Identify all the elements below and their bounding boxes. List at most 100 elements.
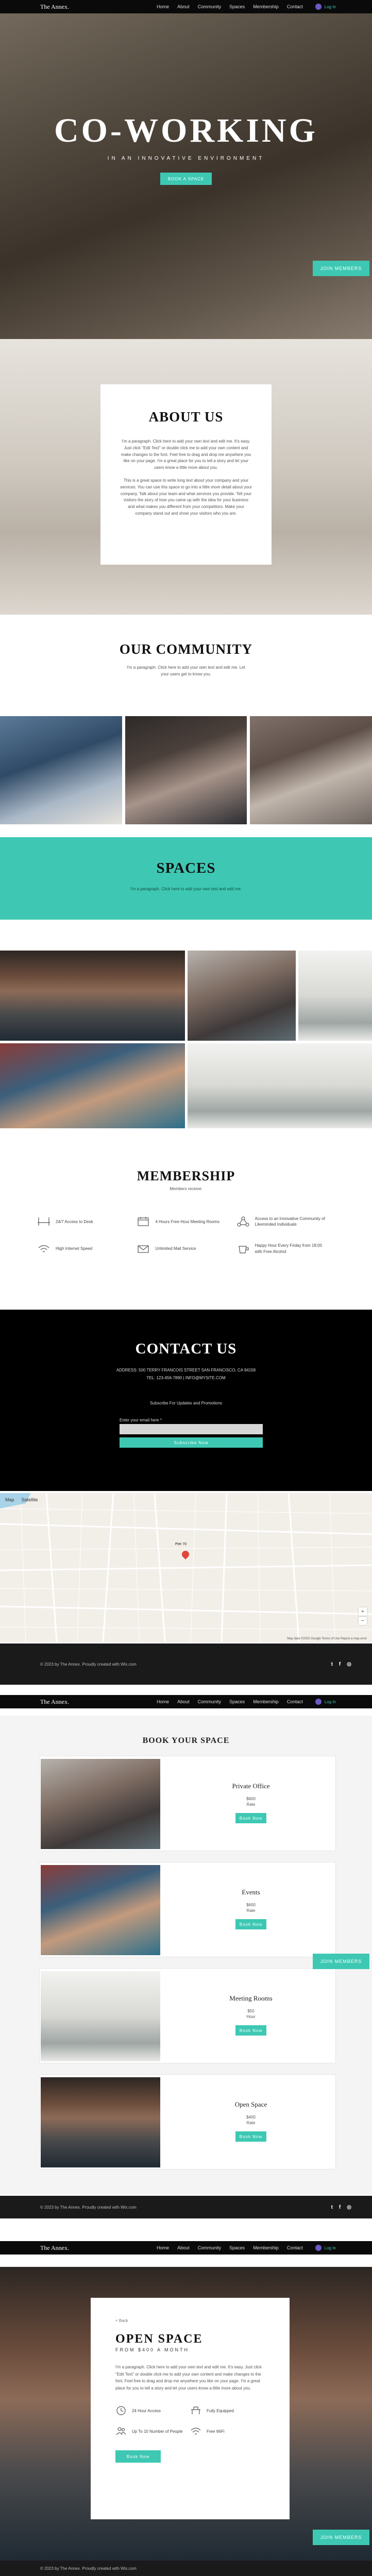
hero-title: CO-WORKING [54, 112, 318, 149]
user-avatar-icon [315, 4, 322, 10]
community-photo [250, 716, 372, 824]
nav-membership[interactable]: Membership [253, 2245, 279, 2250]
nav-spaces[interactable]: Spaces [229, 4, 245, 9]
zoom-in-button[interactable]: + [359, 1607, 367, 1616]
facebook-icon[interactable]: f [339, 1662, 341, 1667]
contact-section: CONTACT US ADDRESS: 500 TERRY FRANCOIS S… [0, 1310, 372, 1491]
email-label: Enter your email here * [120, 1418, 162, 1422]
nav-about[interactable]: About [177, 2245, 190, 2250]
space-price: $600 [246, 1797, 256, 1801]
site-logo[interactable]: The Annex. [40, 3, 157, 11]
book-now-button[interactable]: Book Now [235, 1919, 266, 1929]
map-tab-satellite[interactable]: Satellite [22, 1497, 38, 1502]
nav-spaces[interactable]: Spaces [229, 2245, 245, 2250]
gallery-photo[interactable] [298, 951, 372, 1041]
people-icon [116, 2427, 126, 2435]
main-nav: Home About Community Spaces Membership C… [157, 2245, 303, 2250]
gallery-photo[interactable] [0, 951, 185, 1041]
detail-title: OPEN SPACE [115, 2332, 203, 2346]
perk-item: 4 Hours Free Hour Meeting Rooms [137, 1216, 226, 1227]
facebook-icon[interactable]: f [339, 2205, 341, 2210]
join-members-button[interactable]: JOIN MEMBERS [313, 2530, 369, 2545]
twitter-icon[interactable]: t [331, 1662, 333, 1667]
map-streets [0, 1493, 372, 1642]
nav-home[interactable]: Home [157, 2245, 169, 2250]
hero-subtitle: IN AN INNOVATIVE ENVIRONMENT [107, 156, 265, 161]
detail-text: I'm a paragraph. Click here to add your … [115, 2365, 262, 2391]
perk-item: Unlimited Mail Service [137, 1243, 226, 1254]
location-map[interactable]: Map Satellite Pier 70 + − Map data ©2020… [0, 1493, 372, 1642]
space-price: $600 [246, 1903, 256, 1907]
space-info: Private Office $600 Rate Book Now [174, 1782, 328, 1823]
perk-text: 4 Hours Free Hour Meeting Rooms [155, 1219, 219, 1224]
nav-about[interactable]: About [177, 4, 190, 9]
space-price: $400 [246, 2115, 256, 2120]
membership-perks: 24/7 Access to Desk 4 Hours Free Hour Me… [37, 1216, 326, 1255]
feature-list: 24 Hour Access Fully Equipped Up To 10 N… [115, 2405, 265, 2437]
email-field[interactable] [120, 1424, 263, 1434]
open-space-detail: < Back OPEN SPACE FROM $400 A MONTH I'm … [0, 2267, 372, 2561]
about-paragraph-2: This is a great space to write long text… [120, 478, 252, 516]
join-members-button[interactable]: JOIN MEMBERS [313, 1954, 369, 1969]
user-avatar-icon [315, 1699, 322, 1705]
nav-about[interactable]: About [177, 1699, 190, 1704]
social-links: t f ◎ [331, 2205, 351, 2210]
gallery-photo[interactable] [188, 951, 296, 1041]
contact-phone-email: TEL: 123-456-7890 | INFO@MYSITE.COM [146, 1376, 226, 1380]
site-logo[interactable]: The Annex. [40, 2244, 157, 2252]
perk-text: Unlimited Mail Service [155, 1246, 196, 1251]
perk-item: 24/7 Access to Desk [37, 1216, 126, 1227]
space-unit: Rate [246, 1802, 256, 1807]
nav-community[interactable]: Community [198, 1699, 222, 1704]
instagram-icon[interactable]: ◎ [347, 2205, 351, 2210]
instagram-icon[interactable]: ◎ [347, 1662, 351, 1667]
book-now-button[interactable]: Book Now [235, 2131, 266, 2142]
gallery-photo[interactable] [0, 1043, 185, 1128]
subscribe-text: Subscribe For Updates and Promotions [149, 1401, 223, 1405]
login-label: Log In [324, 1699, 336, 1704]
login-link[interactable]: Log In [315, 4, 336, 10]
space-card: Meeting Rooms $50 Hour Book Now [39, 1968, 336, 2063]
back-link[interactable]: < Back [115, 2318, 265, 2323]
site-logo[interactable]: The Annex. [40, 1698, 157, 1706]
login-link[interactable]: Log In [315, 1699, 336, 1705]
nav-home[interactable]: Home [157, 1699, 169, 1704]
subscribe-button[interactable]: Subscribe Now [120, 1437, 263, 1448]
book-space-button[interactable]: BOOK A SPACE [160, 173, 212, 185]
space-photo [41, 1865, 160, 1955]
about-section: ABOUT US I'm a paragraph. Click here to … [0, 339, 372, 615]
join-members-button[interactable]: JOIN MEMBERS [313, 261, 369, 276]
space-card: Open Space $400 Rate Book Now [39, 2074, 336, 2170]
site-footer: © 2023 by The Annex. Proudly created wit… [0, 2561, 372, 2576]
spaces-section: SPACES I'm a paragraph. Click here to ad… [0, 837, 372, 920]
nav-membership[interactable]: Membership [253, 1699, 279, 1704]
feature-item: Fully Equipped [190, 2405, 265, 2416]
nav-community[interactable]: Community [198, 4, 222, 9]
perk-text: High Internet Speed [56, 1246, 93, 1251]
twitter-icon[interactable]: t [331, 2205, 333, 2210]
nav-contact[interactable]: Contact [287, 4, 303, 9]
feature-text: Up To 10 Number of People [132, 2429, 183, 2434]
nav-spaces[interactable]: Spaces [229, 1699, 245, 1704]
book-now-button[interactable]: Book Now [115, 2450, 161, 2463]
hero-section: CO-WORKING IN AN INNOVATIVE ENVIRONMENT … [0, 13, 372, 339]
nav-home[interactable]: Home [157, 4, 169, 9]
feature-item: Up To 10 Number of People [115, 2426, 190, 2437]
gallery-photo[interactable] [188, 1043, 372, 1128]
nav-membership[interactable]: Membership [253, 4, 279, 9]
detail-card: < Back OPEN SPACE FROM $400 A MONTH I'm … [91, 2298, 290, 2519]
nav-community[interactable]: Community [198, 2245, 222, 2250]
nav-contact[interactable]: Contact [287, 2245, 303, 2250]
map-pin-label: Pier 70 [175, 1543, 187, 1546]
about-card: ABOUT US I'm a paragraph. Click here to … [100, 384, 272, 565]
space-name: Meeting Rooms [229, 1994, 273, 2002]
login-link[interactable]: Log In [315, 2245, 336, 2251]
space-price: $50 [247, 2009, 255, 2013]
book-now-button[interactable]: Book Now [235, 1813, 266, 1823]
zoom-out-button[interactable]: − [359, 1617, 367, 1625]
nav-contact[interactable]: Contact [287, 1699, 303, 1704]
space-info: Meeting Rooms $50 Hour Book Now [174, 1994, 328, 2036]
book-now-button[interactable]: Book Now [235, 2025, 266, 2036]
map-tab-map[interactable]: Map [5, 1497, 14, 1502]
space-card: Events $600 Rate Book Now [39, 1862, 336, 1957]
